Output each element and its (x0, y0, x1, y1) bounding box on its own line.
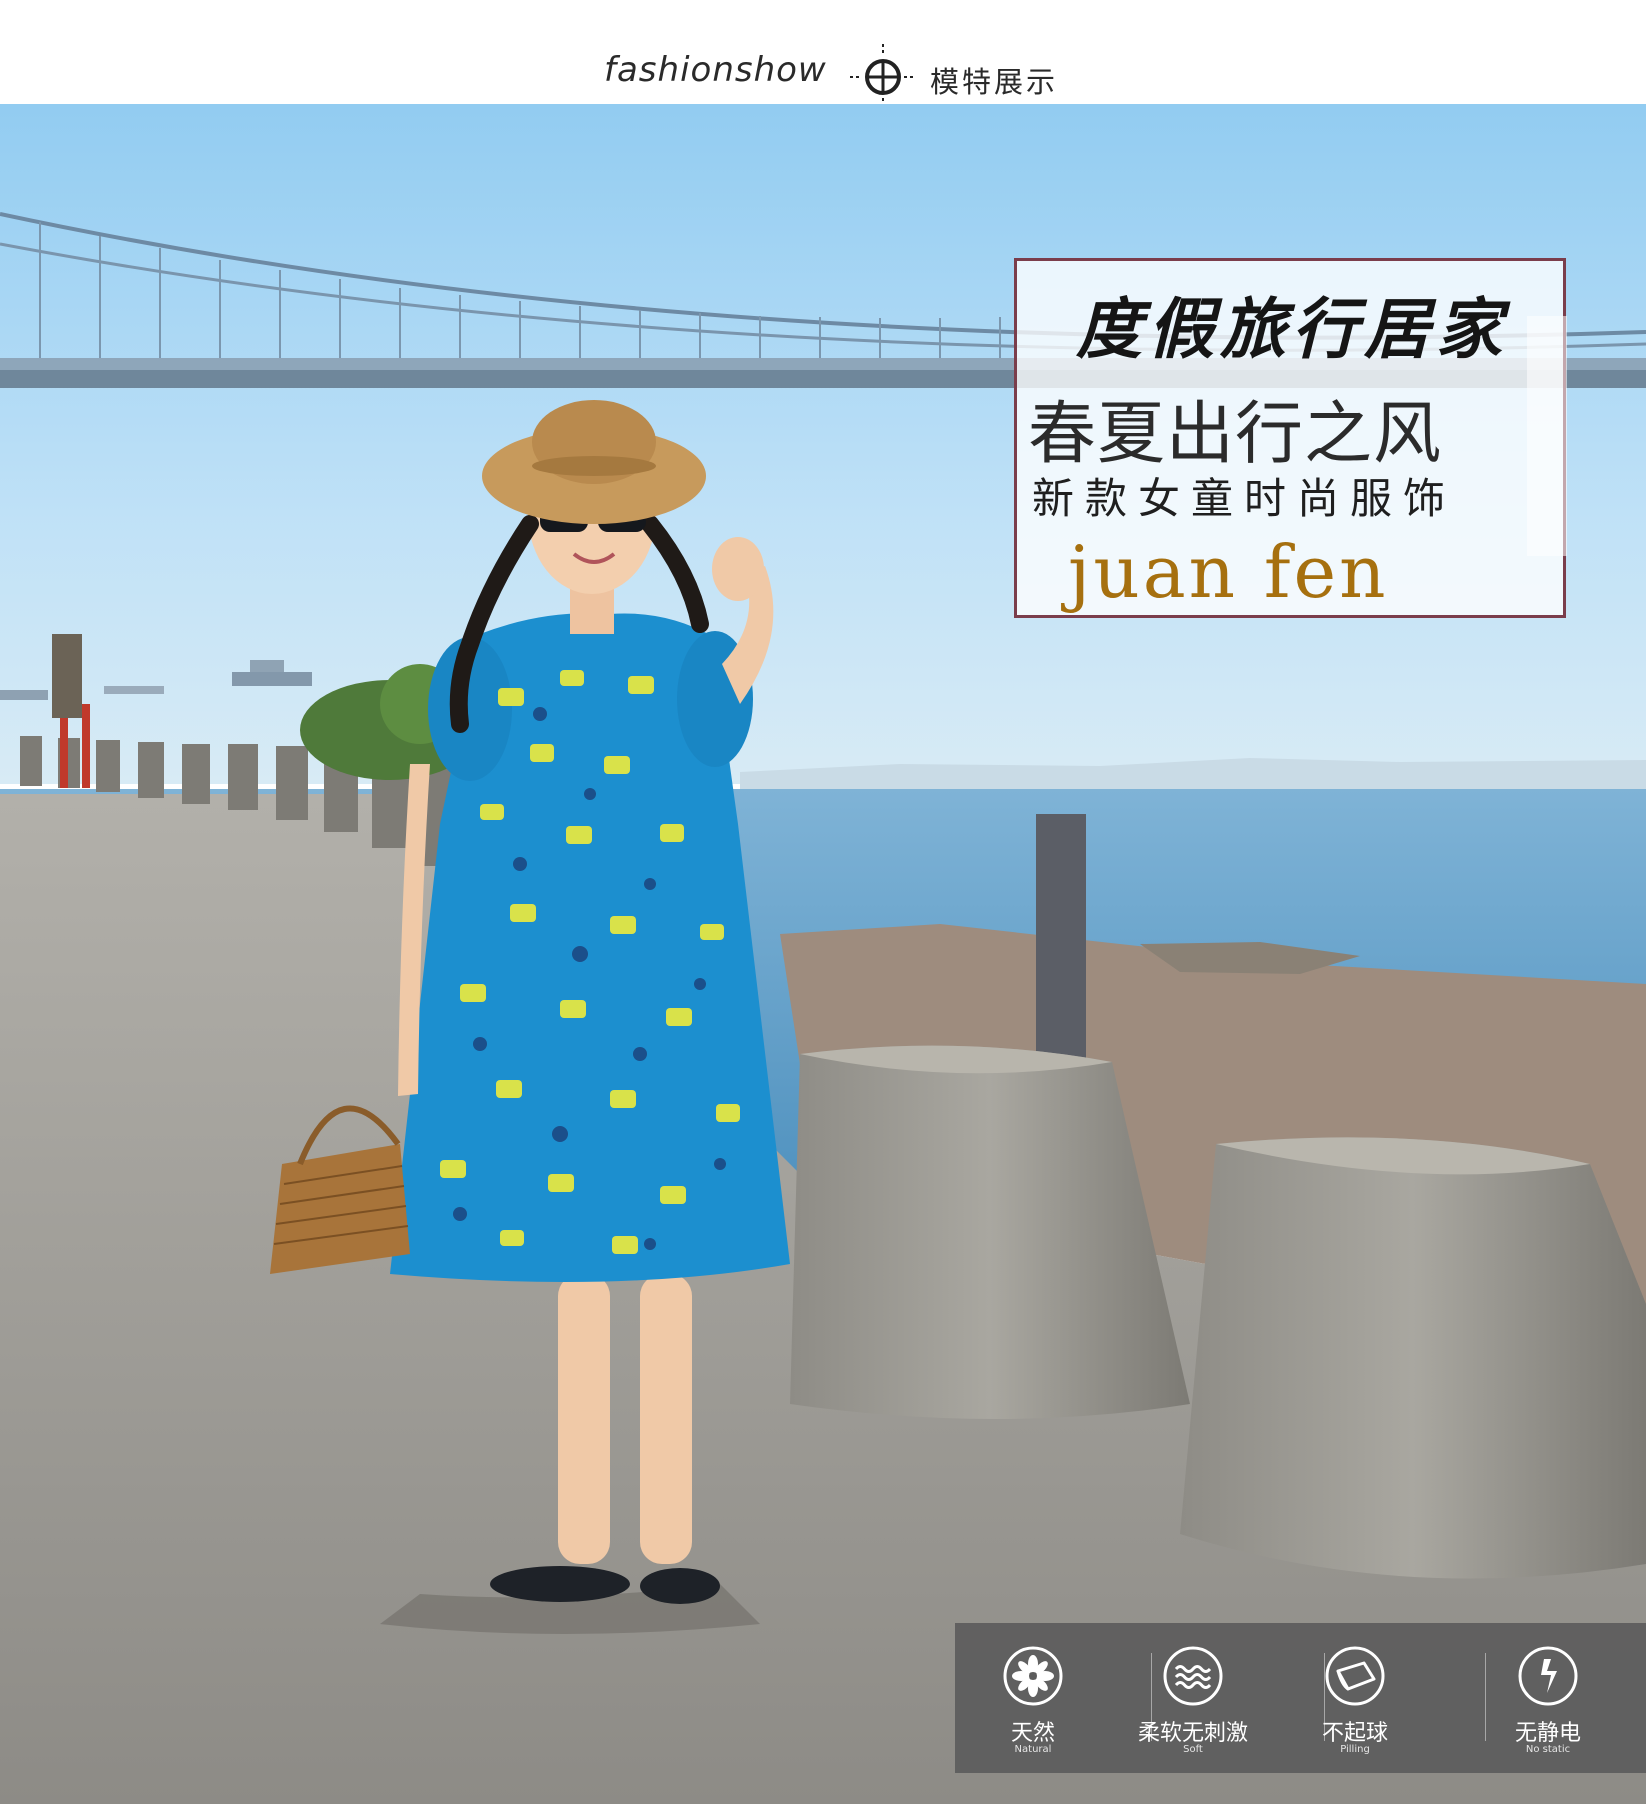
title-slogan-calligraphy: 度假旅行居家 (1076, 290, 1508, 368)
flower-icon (1003, 1646, 1063, 1706)
girl-leg (558, 1274, 610, 1564)
ship (232, 672, 312, 686)
feature-pilling: 不起球 Pilling (1280, 1623, 1430, 1773)
feature-label-cn: 无静电 (1514, 1721, 1581, 1746)
signpost-board (52, 634, 82, 718)
feature-no-static: 无静电 No static (1473, 1623, 1623, 1773)
ornament-icon (850, 44, 916, 110)
title-headline: 春夏出行之风 (1028, 395, 1443, 474)
brand-name: juan fen (1068, 530, 1389, 614)
ship (104, 686, 164, 694)
straw-hat-band (532, 456, 656, 476)
signpost-pole (60, 718, 68, 788)
wave-icon (1163, 1646, 1223, 1706)
ship (250, 660, 284, 672)
feature-soft: 柔软无刺激 Soft (1118, 1623, 1268, 1773)
sandal (640, 1568, 720, 1604)
girl-hand (712, 537, 764, 601)
ship (0, 690, 48, 700)
feature-label-cn: 柔软无刺激 (1137, 1721, 1248, 1746)
header-english-title: fashionshow (604, 50, 827, 90)
feature-label-en: No static (1525, 1744, 1571, 1755)
feature-label-en: Pilling (1340, 1744, 1370, 1755)
sandal (490, 1566, 630, 1602)
page-header: fashionshow 模特展示 (0, 0, 1646, 110)
concrete-block (1180, 1137, 1646, 1579)
feature-label-cn: 不起球 (1321, 1721, 1388, 1746)
fabric-icon (1325, 1646, 1385, 1706)
feature-bar: 天然 Natural 柔软无刺激 Soft 不起球 Pilling 无静电 No… (955, 1623, 1646, 1773)
signpost-pole (82, 704, 90, 788)
header-chinese-title: 模特展示 (930, 65, 1059, 99)
girl-leg (640, 1274, 692, 1564)
feature-label-en: Natural (1014, 1744, 1052, 1755)
feature-natural: 天然 Natural (958, 1623, 1108, 1773)
feature-label-cn: 天然 (1010, 1721, 1055, 1746)
feature-label-en: Soft (1183, 1744, 1203, 1755)
lightning-icon (1518, 1646, 1578, 1706)
title-box-tab (1527, 316, 1567, 556)
title-subheadline: 新款女童时尚服饰 (1032, 474, 1457, 523)
